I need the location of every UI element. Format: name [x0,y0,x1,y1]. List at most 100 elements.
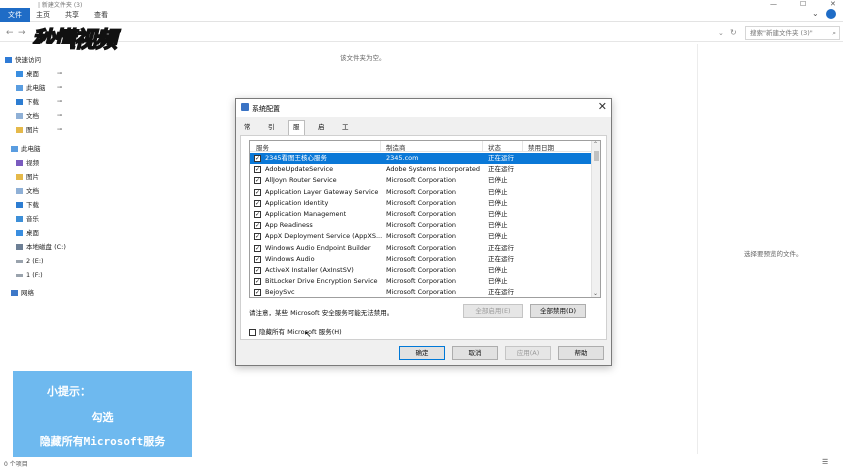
nav-item-pictures-pc[interactable]: 图片 [16,171,39,183]
help-button[interactable]: 帮助 [558,346,604,360]
drive-icon [16,259,23,263]
service-manufacturer: Microsoft Corporation [386,221,457,230]
expand-ribbon-icon[interactable]: ⌄ [812,9,819,18]
details-view-icon[interactable]: ☰ [822,458,828,466]
service-row[interactable]: ✓ App Readiness Microsoft Corporation 已停止 [250,220,592,231]
tab-services[interactable]: 服务 [288,120,305,144]
service-checkbox[interactable]: ✓ [254,244,261,252]
back-icon[interactable]: ← [6,28,14,38]
service-checkbox[interactable]: ✓ [254,278,261,286]
service-checkbox[interactable]: ✓ [254,211,261,218]
nav-item-this-pc-quick[interactable]: 此电脑 [16,82,46,94]
service-checkbox[interactable]: ✓ [254,155,261,162]
service-status: 已停止 [488,198,508,207]
scroll-down-icon[interactable]: ⌄ [593,290,598,297]
refresh-icon[interactable]: ↻ [730,28,737,37]
service-checkbox[interactable]: ✓ [254,199,261,207]
network-icon [11,290,18,296]
minimize-icon[interactable]: — [770,0,777,8]
nav-item-downloads-pc[interactable]: 下载 [16,199,39,211]
enable-all-button[interactable]: 全部启用(E) [463,304,523,318]
nav-item-documents[interactable]: 文档 [16,110,39,122]
dialog-titlebar: 系统配置 ✕ [236,99,611,117]
service-row[interactable]: ✓ Application Management Microsoft Corpora… [250,209,592,220]
dropdown-icon[interactable]: ⌄ [718,29,724,37]
tip-line-2: 勾选 [91,411,114,424]
service-checkbox[interactable]: ✓ [254,255,261,263]
service-row[interactable]: ✓ Windows Audio Microsoft Corporation 正在运行 [250,254,592,265]
checkbox-box[interactable] [249,328,256,336]
scroll-thumb[interactable] [594,151,599,161]
col-status[interactable]: 状态 [488,142,501,152]
dialog-title: 系统配置 [252,105,280,113]
service-row[interactable]: ✓ ActiveX Installer (AxInstSV) Microsoft C… [250,265,592,276]
nav-item-drive-e[interactable]: 2 (E:) [16,255,44,267]
nav-item-pictures[interactable]: 图片 [16,124,39,136]
nav-item-documents-pc[interactable]: 文档 [16,185,39,197]
list-scrollbar[interactable]: ⌃ ⌄ [591,141,600,297]
tab-home[interactable]: 主页 [36,10,50,21]
service-row[interactable]: ✓ Application Identity Microsoft Corporati… [250,198,592,209]
service-checkbox[interactable]: ✓ [254,289,261,297]
service-manufacturer: Microsoft Corporation [386,243,457,252]
scroll-up-icon[interactable]: ⌃ [593,141,598,148]
service-checkbox[interactable]: ✓ [254,177,261,185]
tab-boot[interactable]: 引导 [264,121,279,144]
service-checkbox[interactable]: ✓ [254,233,261,241]
tab-share[interactable]: 共享 [65,10,79,21]
search-icon[interactable]: ⌕ [832,27,836,39]
pin-icon: ⊸ [57,126,63,133]
forward-icon[interactable]: → [18,28,26,38]
tab-startup[interactable]: 启动 [314,121,329,144]
tab-file[interactable]: 文件 [0,8,30,22]
tab-general[interactable]: 常规 [240,121,255,144]
maximize-icon[interactable]: ☐ [800,0,806,8]
close-icon[interactable]: ✕ [830,0,836,8]
pin-icon: ⊸ [57,84,63,91]
services-list[interactable]: 服务 制造商 状态 禁用日期 ✓ 2345看图王核心服务 2345.com 正在运行 ✓… [249,140,601,298]
nav-quick-access[interactable]: 快速访问 [5,54,41,66]
nav-network[interactable]: 网络 [11,287,34,299]
nav-item-music[interactable]: 音乐 [16,213,39,225]
service-checkbox[interactable]: ✓ [254,267,261,274]
tab-view[interactable]: 查看 [94,10,108,21]
col-manufacturer[interactable]: 制造商 [386,142,406,152]
service-row[interactable]: ✓ BitLocker Drive Encryption Service Micro… [250,276,592,287]
help-icon[interactable] [826,9,836,19]
nav-item-desktop[interactable]: 桌面 [16,68,39,80]
cancel-button[interactable]: 取消 [452,346,498,360]
service-row[interactable]: ✓ AdobeUpdateService Adobe Systems Incorpo… [250,164,592,175]
nav-item-drive-f[interactable]: 1 (F:) [16,269,43,281]
service-row[interactable]: ✓ BejoySvc Microsoft Corporation 正在运行 [250,287,592,297]
disable-all-button[interactable]: 全部禁用(D) [530,304,586,318]
ribbon: 文件 主页 共享 查看 ⌄ [0,8,843,22]
tab-tools[interactable]: 工具 [338,121,353,144]
col-service[interactable]: 服务 [256,142,269,152]
hide-ms-services-checkbox[interactable]: 隐藏所有 Microsoft 服务(H) [249,326,342,336]
nav-item-drive-c[interactable]: 本地磁盘 (C:) [16,241,66,253]
nav-label: 图片 [26,173,39,181]
picture-icon [16,174,23,180]
service-name: App Readiness [265,221,313,230]
search-input[interactable]: 搜索"新建文件夹 (3)" ⌕ [745,26,840,40]
msconfig-icon [241,103,249,111]
service-name: AdobeUpdateService [265,165,334,174]
service-row[interactable]: ✓ Windows Audio Endpoint Builder Microsoft… [250,243,592,254]
nav-this-pc[interactable]: 此电脑 [11,143,41,155]
col-disabled-date[interactable]: 禁用日期 [528,142,554,152]
service-checkbox[interactable]: ✓ [254,222,261,230]
nav-item-downloads[interactable]: 下载 [16,96,39,108]
apply-button[interactable]: 应用(A) [505,346,551,360]
nav-item-desktop-pc[interactable]: 桌面 [16,227,39,239]
nav-label: 2 (E:) [26,257,44,265]
service-row[interactable]: ✓ Application Layer Gateway Service Micros… [250,187,592,198]
service-checkbox[interactable]: ✓ [254,166,261,174]
service-row[interactable]: ✓ 2345看图王核心服务 2345.com 正在运行 [250,153,592,165]
ok-button[interactable]: 确定 [399,346,445,360]
dialog-close-icon[interactable]: ✕ [598,100,607,113]
service-row[interactable]: ✓ AllJoyn Router Service Microsoft Corpora… [250,175,592,186]
service-row[interactable]: ✓ AppX Deployment Service (AppXS... Micros… [250,231,592,242]
download-icon [16,99,23,105]
nav-item-videos[interactable]: 视频 [16,157,39,169]
service-checkbox[interactable]: ✓ [254,188,261,196]
